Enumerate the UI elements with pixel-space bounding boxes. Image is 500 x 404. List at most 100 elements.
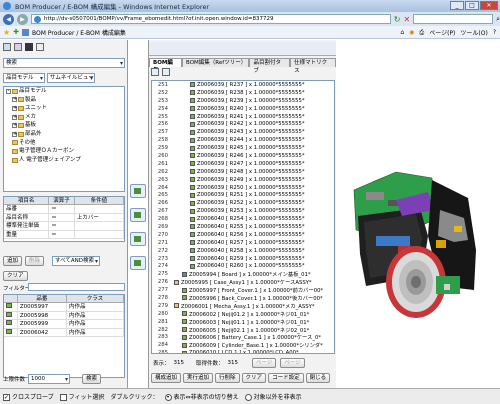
tree-toggle-icon[interactable]: + [12,114,17,120]
clear-button[interactable]: クリア [3,271,28,281]
close-button[interactable]: ✕ [480,1,498,10]
save-icon[interactable] [25,43,33,51]
forward-arrow-icon[interactable]: ▶ [17,13,28,25]
tree-node[interactable]: + 製品 [4,96,124,105]
bom-row[interactable]: 258 Z0006039 [ R244 ] x 1.00000*5555555* [152,136,334,144]
bom-action-button[interactable]: コード設定 [268,373,304,383]
search-mode-select[interactable]: 検索 [3,58,125,68]
bom-row[interactable]: 251 Z0006039 [ R237 ] x 1.00000*5555555* [152,81,334,89]
tab-1[interactable]: BOM編集（Refツリー） [182,58,250,67]
tree-node[interactable]: 人 電子管理ジェイアンプ [4,156,124,165]
bom-row[interactable]: 272 Z0006040 [ R258 ] x 1.00000*5555555* [152,247,334,255]
browser-tab[interactable]: ★ ✚ BOM Producer / E-BOM 構成編集 [3,28,126,37]
delete-condition-button[interactable]: 削除 [25,256,45,266]
condition-cell[interactable]: 上カバー [75,213,124,221]
toggle-visibility-radio[interactable]: • 表示⇔非表示の切り替え [164,392,239,401]
maximize-button[interactable]: □ [465,1,479,10]
condition-cell[interactable]: ＝ [49,213,75,221]
bom-action-button[interactable]: 実行追加 [183,373,214,383]
bom-row[interactable]: 279 Z0006001 [ Mecha_Assy.1 ] x 1.00000*メ… [152,302,334,310]
bom-row[interactable]: 267 Z0006039 [ R253 ] x 1.00000*5555555* [152,207,334,215]
tree-node[interactable]: + ユニット [4,104,124,113]
crossprobe-checkbox[interactable]: ✓ クロスプローブ [3,392,54,401]
add-condition-button[interactable]: 追加 [3,256,23,266]
live-search-input[interactable] [413,14,494,24]
limit-select[interactable]: 1000 [28,374,70,384]
refresh-icon[interactable]: ↻ [394,15,401,24]
bom-row[interactable]: 284 Z0006009 [ Cylinder_Base.1 ] x 1.0000… [152,341,334,349]
back-arrow-icon[interactable]: ◀ [3,13,14,25]
bom-row[interactable]: 262 Z0006039 [ R248 ] x 1.00000*5555555* [152,168,334,176]
condition-cell[interactable]: ＝ [49,230,75,238]
bom-row[interactable]: 257 Z0006039 [ R243 ] x 1.00000*5555555* [152,128,334,136]
bom-row[interactable]: 273 Z0006040 [ R259 ] x 1.00000*5555555* [152,255,334,263]
condition-cell[interactable]: 品番 [4,205,50,213]
bom-row[interactable]: 263 Z0006039 [ R249 ] x 1.00000*5555555* [152,176,334,184]
url-input[interactable]: http://dv-s0507001/BOMP/vv/Frame_ebomedi… [31,14,391,24]
expand-all-icon[interactable] [151,68,159,76]
bom-row[interactable]: 253 Z0006039 [ R239 ] x 1.00000*5555555* [152,97,334,105]
bom-row[interactable]: 260 Z0006039 [ R246 ] x 1.00000*5555555* [152,152,334,160]
page-menu[interactable]: ページ(P) [429,28,455,37]
insert-arrow-button[interactable] [130,184,146,198]
layout-icon[interactable] [3,43,11,51]
fit-checkbox[interactable]: フィット選択 [59,392,105,401]
bom-row[interactable]: 280 Z0006002 [ Nejij01.2 ] x 1.00000*ネジ01… [152,310,334,318]
feeds-icon[interactable]: ◉ [409,29,414,36]
bom-action-button[interactable]: 閉じる [305,373,331,383]
minimize-button[interactable]: _ [450,1,464,10]
tree-node[interactable]: + 基板 [4,121,124,130]
tree-toggle-icon[interactable]: + [12,131,17,137]
condition-cell[interactable] [75,222,124,230]
result-row[interactable]: Z0006042 内作品 [4,328,124,337]
bom-row[interactable]: 275 Z0005994 [ Board ] x 1.00000*メイン基板_01… [152,270,334,278]
tab-3[interactable]: 仕様マトリクス [290,58,336,74]
search-icon[interactable]: ⌕ [496,15,500,24]
condition-cell[interactable]: ＝ [49,222,75,230]
append-arrow-button[interactable] [130,208,146,222]
bom-row[interactable]: 252 Z0006039 [ R238 ] x 1.00000*5555555* [152,89,334,97]
bom-row[interactable]: 254 Z0006039 [ R240 ] x 1.00000*5555555* [152,105,334,113]
condition-cell[interactable] [75,230,124,238]
result-row[interactable]: Z0005998 内作品 [4,311,124,320]
bom-row[interactable]: 276 Z0005995 [ Case_Assy1 ] x 1.00000*ケース… [152,278,334,286]
collapse-all-icon[interactable] [162,68,170,76]
condition-row[interactable]: 品目名称＝上カバー [4,213,124,222]
bom-row[interactable]: 255 Z0006039 [ R241 ] x 1.00000*5555555* [152,113,334,121]
tree-toggle-icon[interactable]: - [6,88,11,94]
bom-row[interactable]: 266 Z0006039 [ R252 ] x 1.00000*5555555* [152,199,334,207]
condition-row[interactable]: 品番＝ [4,205,124,214]
tree-toggle-icon[interactable]: + [12,97,17,103]
bom-row[interactable]: 256 Z0006039 [ R242 ] x 1.00000*5555555* [152,120,334,128]
bom-row[interactable]: 283 Z0006006 [ Battery_Case.1 ] x 1.00000… [152,334,334,341]
print-icon[interactable]: ⎙ [419,29,424,37]
bom-row[interactable]: 281 Z0006003 [ Nejij01.1 ] x 1.00000*ネジ01… [152,318,334,326]
tools-menu[interactable]: ツール(O) [460,28,487,37]
stop-icon[interactable]: ✕ [403,15,410,24]
bom-row[interactable]: 261 Z0006039 [ R247 ] x 1.00000*5555555* [152,160,334,168]
bom-row[interactable]: 268 Z0006040 [ R254 ] x 1.00000*5555555* [152,215,334,223]
thumbnail-select[interactable]: サムネイルビュー [47,73,95,83]
bom-row[interactable]: 277 Z0005997 [ Front_Cover.1 ] x 1.00000*… [152,286,334,294]
filter-input[interactable] [28,283,125,291]
layout2-icon[interactable] [14,43,22,51]
3d-viewer[interactable] [336,40,500,388]
bom-row[interactable]: 269 Z0006040 [ R255 ] x 1.00000*5555555* [152,223,334,231]
condition-cell[interactable]: 重量 [4,230,50,238]
bom-row[interactable]: 285 Z0006010 [ LCD.1 ] x 1.00000*LCD_A00* [152,349,334,353]
tree-toggle-icon[interactable]: + [12,123,17,129]
condition-cell[interactable]: 品目名称 [4,213,50,221]
bom-action-button[interactable]: 行削除 [215,373,240,383]
bom-row[interactable]: 271 Z0006040 [ R257 ] x 1.00000*5555555* [152,239,334,247]
bom-row[interactable]: 274 Z0006040 [ R260 ] x 1.00000*5555555* [152,262,334,270]
options-icon[interactable] [36,43,44,51]
tree-node[interactable]: + 部品外 [4,130,124,139]
tab-2[interactable]: 品目割付タブ [249,58,291,74]
tree-node[interactable]: - 品目モデル [4,87,124,96]
result-row[interactable]: Z0005997 内作品 [4,303,124,312]
view-select[interactable]: 品目モデル [3,73,45,83]
result-row[interactable]: Z0005999 内作品 [4,320,124,329]
bom-action-button[interactable]: クリア [241,373,267,383]
condition-cell[interactable]: ＝ [49,205,75,213]
child-arrow-button[interactable] [130,256,146,270]
